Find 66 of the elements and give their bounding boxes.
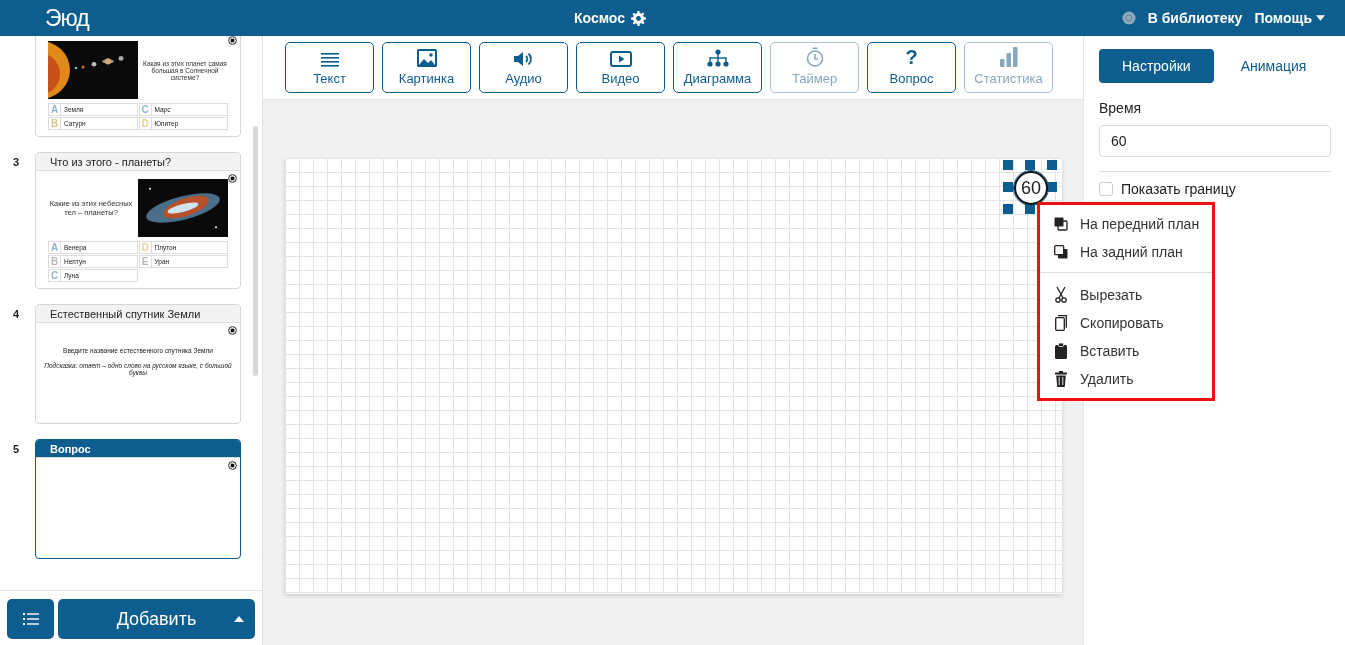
clipboard-icon [1054,343,1068,359]
slide-title: Вопрос [50,442,91,455]
record-icon [228,326,237,335]
tool-button[interactable]: Аудио [479,42,568,93]
image-icon [416,49,437,67]
tool-button[interactable]: Диаграмма [673,42,762,93]
document-title: Космос [574,10,626,26]
globe-icon [1121,11,1136,25]
bar-chart-icon [999,47,1018,67]
slide-number: 3 [13,156,20,168]
settings-icon[interactable] [631,10,647,26]
tool-button[interactable]: Видео [576,42,665,93]
resize-handle[interactable] [1047,160,1057,170]
answer-letter: B [49,118,61,129]
stopwatch-icon [805,47,824,67]
scrollbar[interactable] [253,126,258,376]
checkbox-label: Показать границу [1121,181,1236,197]
checkbox[interactable] [1099,182,1113,196]
slide-canvas[interactable]: 60 [285,158,1062,594]
slide-card[interactable]: Вопрос [35,439,241,559]
time-field[interactable]: 60 [1099,125,1331,157]
bring-front-icon [1054,217,1068,231]
send-back-icon [1054,245,1068,259]
speaker-icon [513,51,534,67]
caret-icon [234,616,244,622]
answer-letter: D [139,118,152,129]
slide-title: Что из этого - планеты? [50,155,172,168]
logo[interactable]: Эюд [45,4,89,32]
slide-number: 4 [13,308,20,320]
add-button[interactable]: Добавить [58,599,255,639]
answer-letter: A [49,242,61,253]
tool-button[interactable]: ? Вопрос [867,42,956,93]
slide-title: Естественный спутник Земли [50,307,201,320]
library-link[interactable]: В библиотеку [1147,10,1243,26]
caret-icon [1316,15,1325,21]
answer-letter: A [49,104,61,115]
panel-tab[interactable]: Анимация [1217,49,1330,83]
copy-icon [1054,315,1068,331]
answer-letter: D [139,242,152,253]
scissors-icon [1054,287,1068,303]
video-icon [609,51,632,67]
tool-button[interactable]: Картинка [382,42,471,93]
resize-handle[interactable] [1003,182,1013,192]
answer-letter: C [139,104,152,115]
list-icon [22,612,39,626]
resize-handle[interactable] [1003,160,1013,170]
answer-letter: B [49,256,61,267]
resize-handle[interactable] [1025,204,1035,214]
resize-handle[interactable] [1003,204,1013,214]
record-icon [228,461,237,470]
panel-tab[interactable]: Настройки [1099,49,1214,83]
help-menu[interactable]: Помощь [1254,10,1325,26]
resize-handle[interactable] [1047,182,1057,192]
record-icon [228,36,237,45]
field-label: Время [1099,100,1143,116]
timer-value: 60 [1014,171,1048,205]
slide-number: 5 [13,443,20,455]
tool-button[interactable]: Текст [285,42,374,93]
record-icon [228,174,237,183]
resize-handle[interactable] [1025,160,1035,170]
hierarchy-icon [706,49,729,67]
text-lines-icon [320,53,339,67]
answer-letter: C [49,270,61,281]
list-button[interactable] [7,599,54,639]
trash-icon [1054,371,1068,387]
answer-letter: E [139,256,152,267]
